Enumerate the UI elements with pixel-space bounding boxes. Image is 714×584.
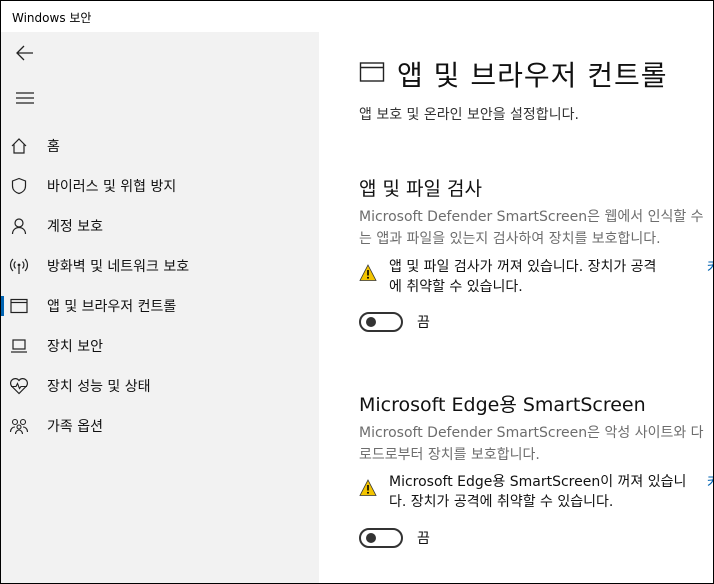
description-line: 로드로부터 장치를 보호합니다. (359, 447, 540, 463)
back-button[interactable] (1, 33, 49, 73)
section-title-edge-smartscreen: Microsoft Edge용 SmartScreen (359, 394, 646, 416)
sidebar-item-label: 방화벽 및 네트워크 보호 (47, 259, 190, 275)
app-window: Windows 보안 홈 바이러스 및 위협 방지 계정 보호 방화벽 및 네트… (0, 0, 714, 584)
edge-smartscreen-toggle[interactable]: 끔 (359, 528, 430, 548)
sidebar-item-label: 장치 성능 및 상태 (47, 379, 151, 395)
app-window-icon (359, 61, 385, 87)
sidebar-item-home[interactable]: 홈 (1, 126, 319, 166)
warning-icon (359, 264, 377, 282)
window-title: Windows 보안 (12, 11, 92, 25)
main-content: 앱 및 브라우저 컨트롤 앱 보호 및 온라인 보안을 설정합니다. 앱 및 파… (319, 32, 713, 583)
warning-icon (359, 479, 377, 497)
hamburger-menu-button[interactable] (1, 78, 49, 118)
page-title: 앱 및 브라우저 컨트롤 (397, 59, 668, 92)
warning-message: 앱 및 파일 검사가 꺼져 있습니다. 장치가 공격 에 취약할 수 있습니다.… (359, 257, 713, 297)
sidebar-item-label: 가족 옵션 (47, 419, 103, 435)
sidebar-item-label: 바이러스 및 위협 방지 (47, 179, 177, 195)
heart-pulse-icon (9, 376, 29, 396)
toggle-knob (366, 533, 376, 543)
description-line: 는 앱과 파일을 있는지 검사하여 장치를 보호합니다. (359, 231, 661, 247)
back-arrow-icon (16, 45, 33, 61)
section-title-app-file-check: 앱 및 파일 검사 (359, 178, 482, 200)
wireless-icon (9, 256, 29, 276)
sidebar-item-label: 장치 보안 (47, 339, 103, 355)
description-line: Microsoft Defender SmartScreen은 악성 사이트와 … (359, 425, 704, 441)
title-bar: Windows 보안 (1, 1, 713, 32)
hamburger-icon (16, 92, 34, 104)
sidebar-item-virus-protection[interactable]: 바이러스 및 위협 방지 (1, 166, 319, 206)
home-icon (9, 136, 29, 156)
toggle-state-label: 끔 (417, 315, 430, 331)
sidebar: 홈 바이러스 및 위협 방지 계정 보호 방화벽 및 네트워크 보호 앱 및 브… (1, 32, 319, 583)
sidebar-item-device-security[interactable]: 장치 보안 (1, 326, 319, 366)
toggle-knob (366, 317, 376, 327)
shield-icon (9, 176, 29, 196)
toggle-switch[interactable] (359, 528, 403, 548)
warning-text-line: 에 취약할 수 있습니다. (389, 279, 523, 295)
warning-text-line: 다. 장치가 공격에 취약할 수 있습니다. (389, 494, 614, 510)
section-description: Microsoft Defender SmartScreen은 웹에서 인식할 … (359, 206, 713, 250)
sidebar-item-account-protection[interactable]: 계정 보호 (1, 206, 319, 246)
sidebar-item-label: 홈 (47, 139, 60, 155)
turn-on-link[interactable]: 켜 (707, 472, 713, 492)
page-header: 앱 및 브라우저 컨트롤 (359, 54, 668, 94)
description-line: Microsoft Defender SmartScreen은 웹에서 인식할 … (359, 209, 704, 225)
selection-indicator (1, 296, 4, 316)
family-icon (9, 416, 29, 436)
sidebar-item-label: 계정 보호 (47, 219, 103, 235)
sidebar-item-app-browser-control[interactable]: 앱 및 브라우저 컨트롤 (1, 286, 319, 326)
toggle-state-label: 끔 (417, 531, 430, 547)
turn-on-link[interactable]: 켜 (707, 257, 713, 277)
warning-text-line: Microsoft Edge용 SmartScreen이 꺼져 있습니 (389, 474, 687, 490)
sidebar-item-device-health[interactable]: 장치 성능 및 상태 (1, 366, 319, 406)
toggle-switch[interactable] (359, 312, 403, 332)
sidebar-item-family-options[interactable]: 가족 옵션 (1, 406, 319, 446)
app-file-check-toggle[interactable]: 끔 (359, 312, 430, 332)
sidebar-item-firewall[interactable]: 방화벽 및 네트워크 보호 (1, 246, 319, 286)
sidebar-item-label: 앱 및 브라우저 컨트롤 (47, 299, 177, 315)
section-description: Microsoft Defender SmartScreen은 악성 사이트와 … (359, 422, 713, 466)
app-window-icon (9, 296, 29, 316)
page-subtitle: 앱 보호 및 온라인 보안을 설정합니다. (359, 107, 579, 123)
warning-text-line: 앱 및 파일 검사가 꺼져 있습니다. 장치가 공격 (389, 259, 657, 275)
laptop-icon (9, 336, 29, 356)
person-icon (9, 216, 29, 236)
warning-message: Microsoft Edge용 SmartScreen이 꺼져 있습니 다. 장… (359, 472, 713, 512)
